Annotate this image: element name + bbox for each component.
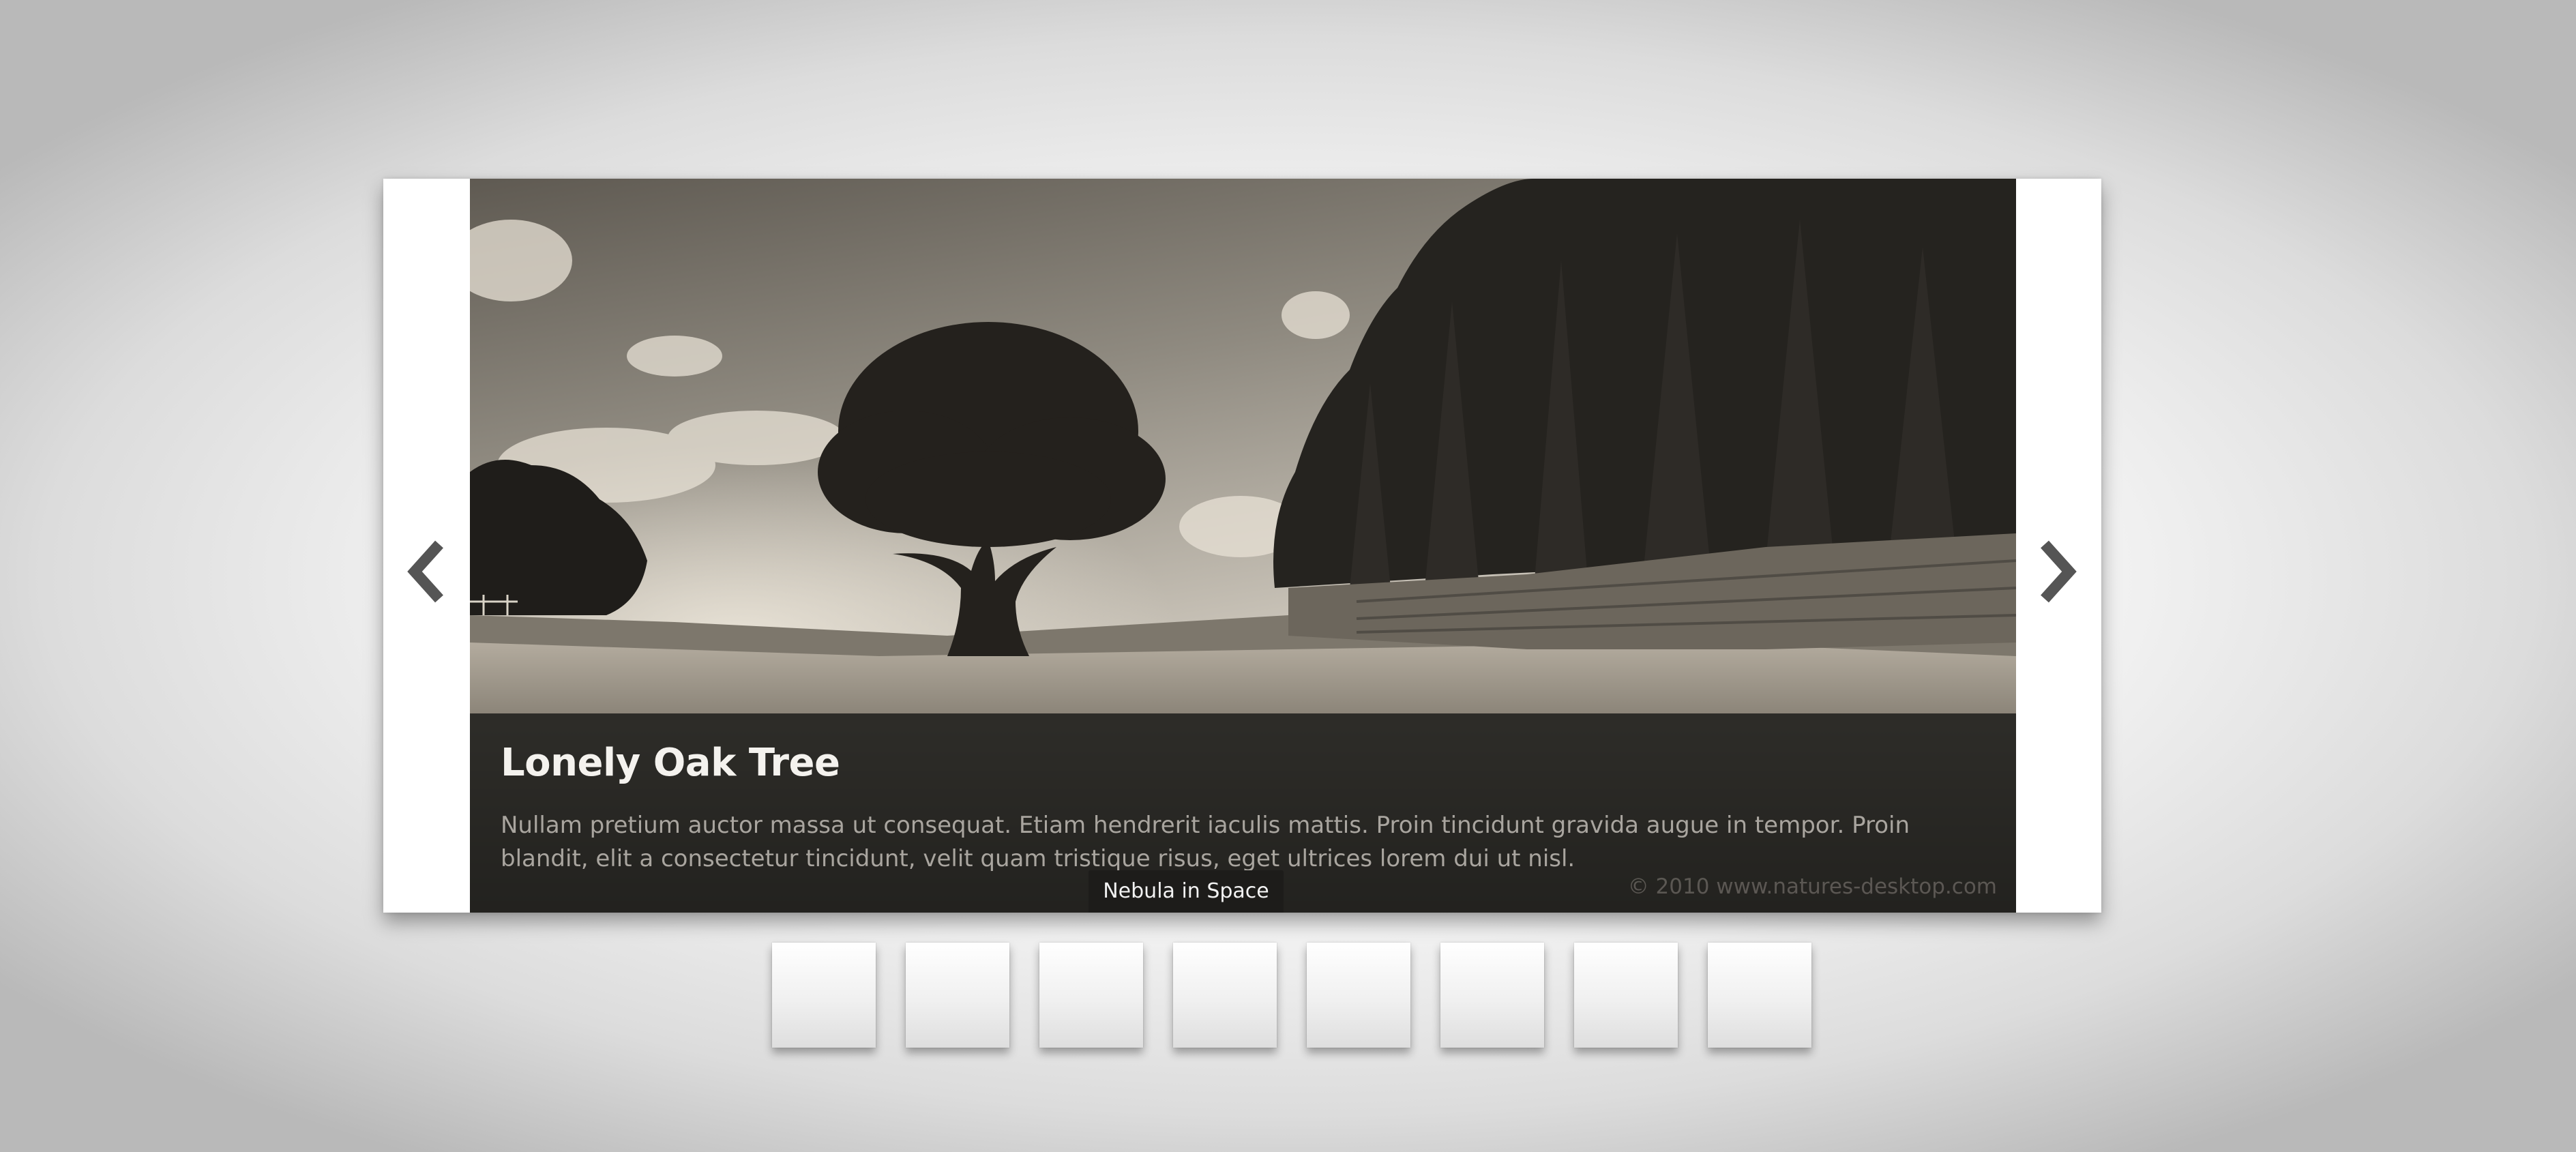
previous-slide-button[interactable] (404, 539, 451, 604)
thumbnail-7[interactable] (1574, 943, 1678, 1048)
thumbnail-strip (772, 943, 1811, 1050)
thumbnail-tooltip: Nebula in Space (1089, 870, 1284, 913)
thumbnail-4[interactable] (1173, 943, 1277, 1048)
thumbnail-6[interactable] (1440, 943, 1544, 1048)
caption-description: Nullam pretium auctor massa ut consequat… (501, 812, 1910, 872)
slider-frame: Lonely Oak Tree Nullam pretium auctor ma… (383, 179, 2101, 913)
caption-title: Lonely Oak Tree (501, 741, 840, 785)
thumbnail-5[interactable] (1307, 943, 1410, 1048)
slide-image: Lonely Oak Tree Nullam pretium auctor ma… (470, 179, 2016, 913)
next-slide-button[interactable] (2032, 539, 2080, 604)
thumbnail-1[interactable] (772, 943, 876, 1048)
chevron-right-icon (2041, 540, 2077, 603)
photo-credit: © 2010 www.natures-desktop.com (1627, 874, 1997, 899)
thumbnail-3[interactable] (1039, 943, 1143, 1048)
thumbnail-2[interactable] (906, 943, 1009, 1048)
thumbnail-8[interactable] (1708, 943, 1811, 1048)
chevron-left-icon (407, 540, 443, 603)
